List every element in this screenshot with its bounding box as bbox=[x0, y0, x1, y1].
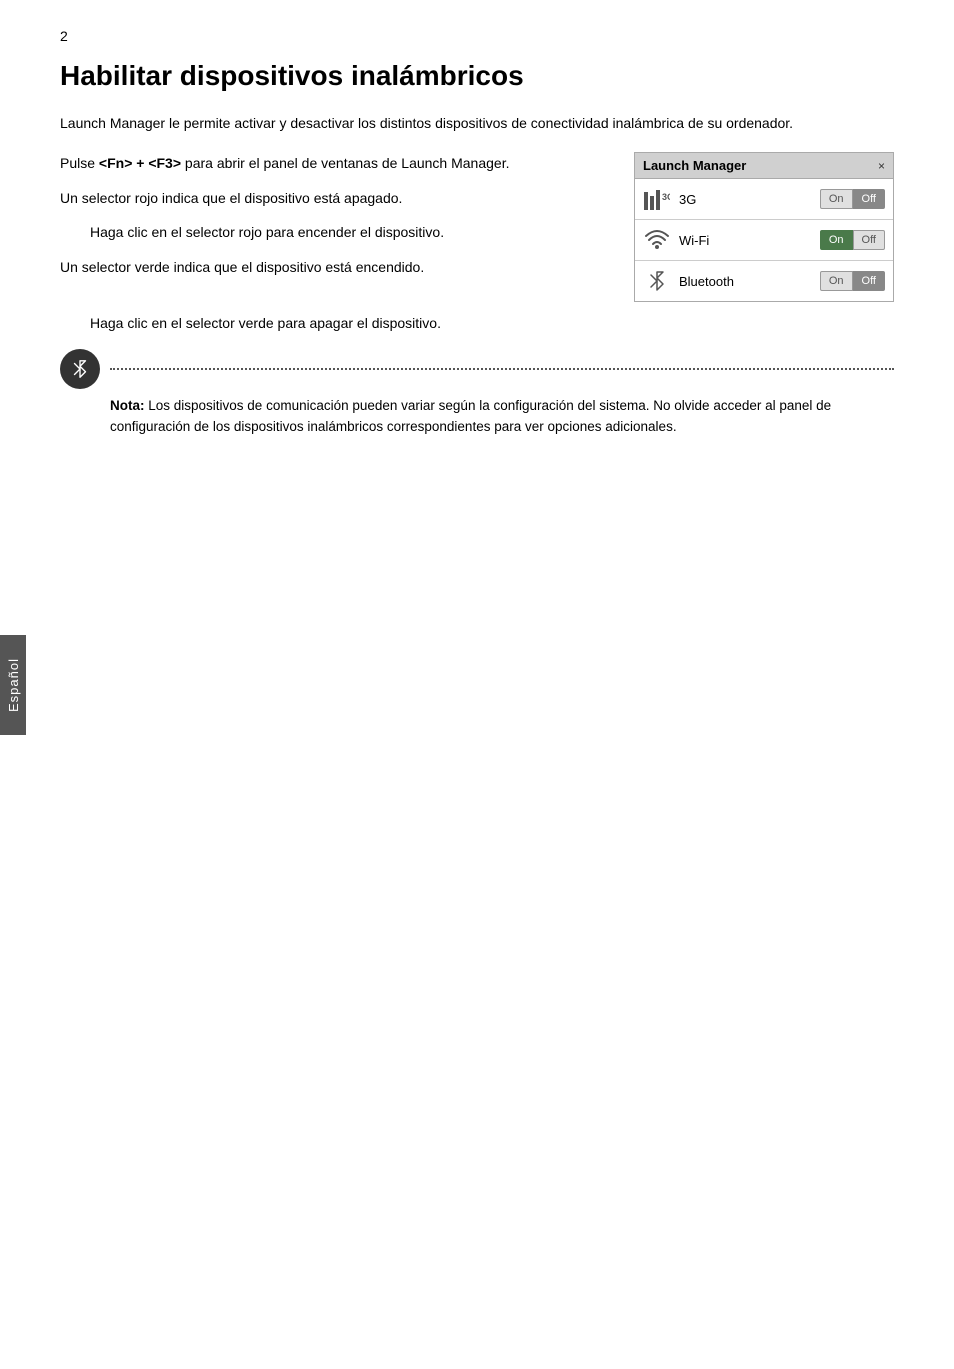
toggle-bluetooth-on[interactable]: On bbox=[820, 271, 853, 291]
launch-manager-titlebar: Launch Manager × bbox=[635, 153, 893, 179]
3g-icon: 3G bbox=[643, 185, 671, 213]
launch-manager-window: Launch Manager × 3G 3G bbox=[634, 152, 894, 302]
left-column: Pulse <Fn> + <F3> para abrir el panel de… bbox=[60, 152, 604, 290]
page-title: Habilitar dispositivos inalámbricos bbox=[60, 60, 894, 92]
paragraph-fn-keys: Pulse <Fn> + <F3> para abrir el panel de… bbox=[60, 152, 604, 174]
note-header-row bbox=[60, 349, 894, 389]
toggle-3g-on[interactable]: On bbox=[820, 189, 853, 209]
device-name-3g: 3G bbox=[679, 192, 812, 207]
note-block: Nota: Los dispositivos de comunicación p… bbox=[60, 349, 894, 438]
text-para1-rest: para abrir el panel de ventanas de Launc… bbox=[181, 155, 509, 171]
launch-manager-panel: Launch Manager × 3G 3G bbox=[634, 152, 894, 302]
intro-paragraph: Launch Manager le permite activar y desa… bbox=[60, 112, 894, 134]
device-name-bluetooth: Bluetooth bbox=[679, 274, 812, 289]
toggle-3g: On Off bbox=[820, 189, 885, 209]
sidebar-label: Español bbox=[6, 658, 21, 712]
page-number: 2 bbox=[60, 28, 68, 44]
note-label: Nota: bbox=[110, 398, 145, 413]
toggle-bluetooth-off[interactable]: Off bbox=[853, 271, 885, 291]
note-body: Nota: Los dispositivos de comunicación p… bbox=[110, 395, 894, 438]
bluetooth-icon bbox=[643, 267, 671, 295]
device-row-bluetooth: Bluetooth On Off bbox=[635, 261, 893, 301]
paragraph-red-action: Haga clic en el selector rojo para encen… bbox=[90, 221, 604, 243]
main-content: Habilitar dispositivos inalámbricos Laun… bbox=[60, 0, 894, 438]
launch-manager-title: Launch Manager bbox=[643, 158, 746, 173]
keyboard-shortcut: <Fn> + <F3> bbox=[99, 155, 181, 171]
toggle-3g-off[interactable]: Off bbox=[853, 189, 885, 209]
paragraph-green-action: Haga clic en el selector verde para apag… bbox=[90, 312, 894, 334]
dotted-divider bbox=[110, 368, 894, 370]
wifi-icon bbox=[643, 226, 671, 254]
toggle-wifi-on[interactable]: On bbox=[820, 230, 853, 250]
device-row-3g: 3G 3G On Off bbox=[635, 179, 893, 220]
note-description: Los dispositivos de comunicación pueden … bbox=[110, 398, 831, 435]
sidebar-tab: Español bbox=[0, 635, 26, 735]
paragraph-green-selector: Un selector verde indica que el disposit… bbox=[60, 256, 604, 278]
toggle-wifi-off[interactable]: Off bbox=[853, 230, 885, 250]
note-text: Nota: Los dispositivos de comunicación p… bbox=[110, 395, 894, 438]
svg-text:3G: 3G bbox=[662, 192, 670, 202]
text-pulse: Pulse bbox=[60, 155, 99, 171]
main-row: Pulse <Fn> + <F3> para abrir el panel de… bbox=[60, 152, 894, 302]
device-name-wifi: Wi-Fi bbox=[679, 233, 812, 248]
launch-manager-close-button[interactable]: × bbox=[878, 159, 885, 173]
note-icon bbox=[60, 349, 100, 389]
toggle-bluetooth: On Off bbox=[820, 271, 885, 291]
toggle-wifi: On Off bbox=[820, 230, 885, 250]
device-row-wifi: Wi-Fi On Off bbox=[635, 220, 893, 261]
paragraph-red-selector: Un selector rojo indica que el dispositi… bbox=[60, 187, 604, 209]
